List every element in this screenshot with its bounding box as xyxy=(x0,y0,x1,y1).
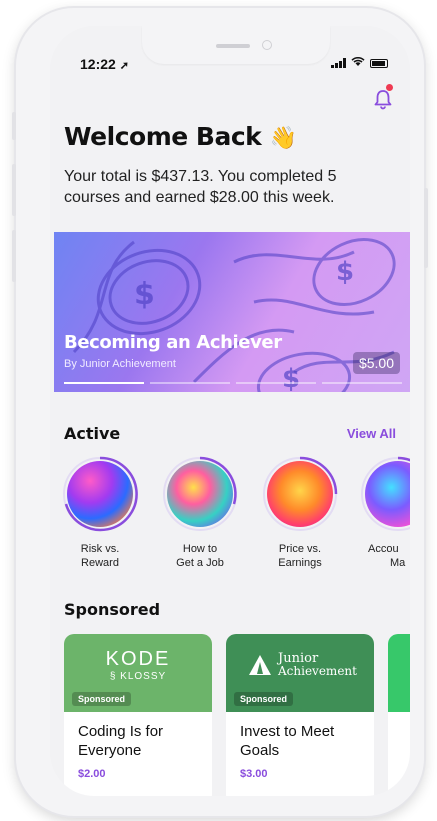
weekly-summary: Your total is $437.13. You completed 5 c… xyxy=(64,168,337,206)
volume-down-button xyxy=(12,230,16,282)
active-course-item[interactable]: How to Get a Job xyxy=(160,456,240,570)
active-course-item[interactable]: Risk vs. Reward xyxy=(60,456,140,570)
view-all-link[interactable]: View All xyxy=(347,426,396,441)
card-title: Coding Is for Everyone xyxy=(78,723,164,759)
sponsored-course-card[interactable]: KODE § KLOSSY Sponsored Coding Is for Eve… xyxy=(64,634,212,796)
waving-hand-icon: 👋 xyxy=(269,126,297,151)
svg-text:$: $ xyxy=(336,257,354,287)
featured-course-banner[interactable]: $ $ $ Becoming an Achiever By Junior Ach… xyxy=(54,232,410,392)
active-course-item[interactable]: Accou Ma xyxy=(360,456,410,570)
sponsored-badge: Sponsored xyxy=(234,692,294,706)
carousel-dot[interactable] xyxy=(64,382,144,384)
sponsored-badge: Sponsored xyxy=(72,692,132,706)
signal-icon xyxy=(331,58,346,68)
notification-bell-icon[interactable] xyxy=(372,88,394,110)
course-label: Price vs. Earnings xyxy=(278,543,322,569)
course-progress-ring xyxy=(360,456,410,532)
carousel-dot[interactable] xyxy=(150,382,230,384)
notification-dot xyxy=(386,84,393,91)
card-title: Invest to Meet Goals xyxy=(240,723,335,759)
junior-achievement-logo: Junior Achievement xyxy=(248,652,357,678)
carousel-dot[interactable] xyxy=(322,382,402,384)
active-section-title: Active xyxy=(64,424,121,443)
notch xyxy=(142,26,330,64)
course-progress-ring xyxy=(262,456,338,532)
svg-text:$: $ xyxy=(282,364,300,392)
hero-course-title: Becoming an Achiever xyxy=(64,332,282,353)
page-title: Welcome Back 👋 xyxy=(64,122,297,151)
card-banner: KODE § KLOSSY Sponsored xyxy=(64,634,212,712)
hero-course-author: By Junior Achievement xyxy=(64,358,176,370)
status-icons xyxy=(331,56,388,70)
carousel-dot[interactable] xyxy=(236,382,316,384)
silent-switch xyxy=(12,112,16,140)
course-thumbnail xyxy=(67,461,133,527)
course-progress-ring xyxy=(162,456,238,532)
status-time-text: 12:22 xyxy=(80,56,116,72)
sponsored-section-title: Sponsored xyxy=(64,600,161,619)
sponsored-course-card-partial[interactable] xyxy=(388,634,410,796)
course-label: Accou Ma xyxy=(368,543,406,569)
location-arrow-icon: ➚ xyxy=(119,60,129,72)
speaker xyxy=(216,44,250,48)
course-thumbnail xyxy=(267,461,333,527)
svg-text:$: $ xyxy=(134,277,155,312)
kode-klossy-logo: KODE § KLOSSY xyxy=(105,648,171,682)
app-screen: 12:22 ➚ Welcome Back 👋 Your total is $43… xyxy=(50,26,410,796)
status-time: 12:22 ➚ xyxy=(80,56,129,72)
card-price: $2.00 xyxy=(78,768,106,780)
volume-up-button xyxy=(12,164,16,216)
course-label: Risk vs. Reward xyxy=(80,543,120,569)
battery-icon xyxy=(370,58,388,68)
card-banner xyxy=(388,634,410,712)
sponsored-course-card[interactable]: Junior Achievement Sponsored Invest to M… xyxy=(226,634,374,796)
power-button xyxy=(424,188,428,268)
hero-course-price: $5.00 xyxy=(352,352,400,374)
course-thumbnail xyxy=(167,461,233,527)
carousel-indicator xyxy=(64,382,402,384)
ja-triangle-icon xyxy=(249,655,271,675)
active-course-item[interactable]: Price vs. Earnings xyxy=(260,456,340,570)
camera xyxy=(262,40,272,50)
wifi-icon xyxy=(351,56,365,70)
card-banner: Junior Achievement Sponsored xyxy=(226,634,374,712)
welcome-title-text: Welcome Back xyxy=(64,122,262,151)
course-label: How to Get a Job xyxy=(176,543,224,569)
card-price: $3.00 xyxy=(240,768,268,780)
course-progress-ring xyxy=(62,456,138,532)
